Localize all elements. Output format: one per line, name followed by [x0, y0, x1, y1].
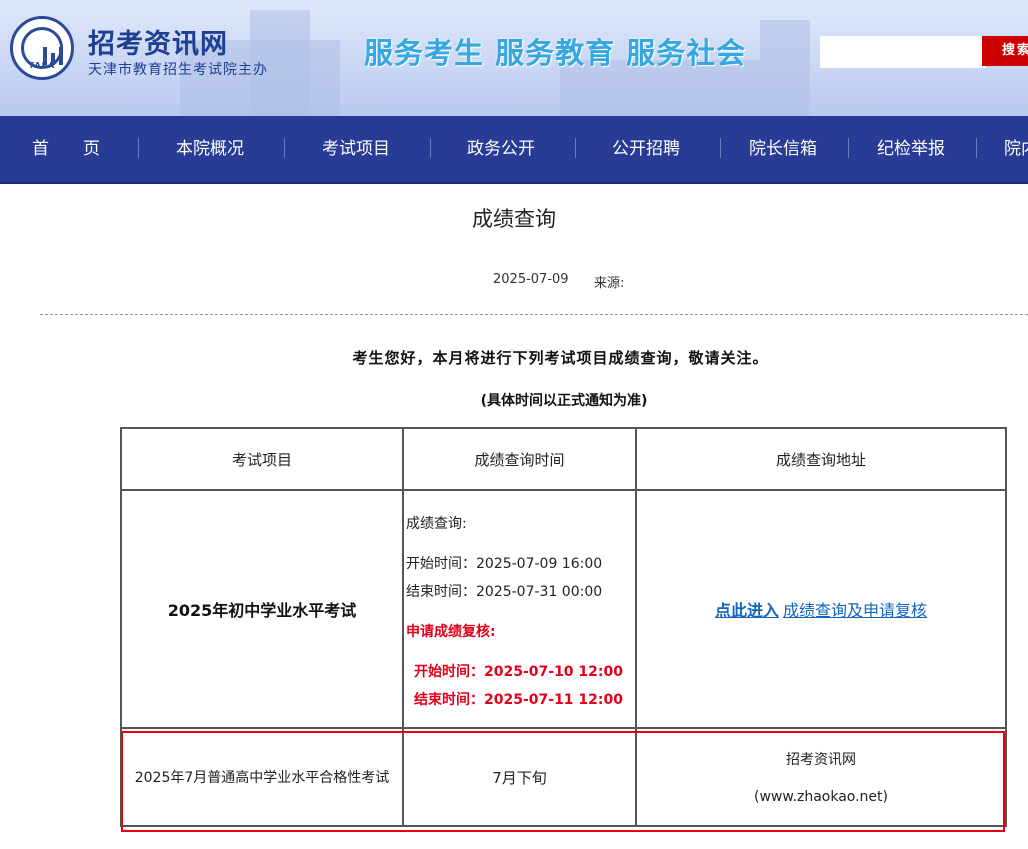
site-slogan: 服务考生 服务教育 服务社会	[364, 36, 747, 70]
query-label: 成绩查询:	[406, 516, 467, 532]
article-intro: 考生您好，本月将进行下列考试项目成绩查询，敬请关注。	[352, 349, 769, 367]
table-header-cell: 成绩查询地址	[635, 427, 1007, 491]
site-subtitle: 天津市教育招生考试院主办	[88, 62, 268, 78]
article-divider	[40, 314, 1028, 315]
nav-item-exams[interactable]: 考试项目	[322, 116, 390, 182]
query-address-cell: 点此进入 成绩查询及申请复核	[635, 489, 1007, 729]
table-row: 2025年7月普通高中学业水平合格性考试 7月下旬 招考资讯网 (www.zha…	[120, 727, 1007, 827]
results-table: 考试项目 成绩查询时间 成绩查询地址 2025年初中学业水平考试 成绩查询: 开…	[120, 427, 1007, 827]
nav-item-internal[interactable]: 院内	[1004, 116, 1028, 182]
table-row: 2025年初中学业水平考试 成绩查询: 开始时间：2025-07-09 16:0…	[120, 489, 1007, 729]
exam-name: 2025年7月普通高中学业水平合格性考试	[120, 727, 404, 827]
nav-item-home[interactable]: 首 页	[32, 116, 100, 182]
nav-item-affairs[interactable]: 政务公开	[467, 116, 535, 182]
review-end-time: 结束时间：2025-07-11 12:00	[414, 692, 623, 708]
search-input[interactable]	[820, 36, 986, 68]
query-time: 7月下旬	[402, 727, 637, 827]
exam-name-cell: 2025年初中学业水平考试	[120, 489, 404, 729]
nav-divider	[976, 138, 977, 158]
query-start-time: 开始时间：2025-07-09 16:00	[406, 556, 603, 572]
table-header-cell: 成绩查询时间	[402, 427, 637, 491]
article-title: 成绩查询	[472, 207, 556, 231]
query-time-cell: 成绩查询: 开始时间：2025-07-09 16:00 结束时间：2025-07…	[402, 489, 637, 729]
table-header-row: 考试项目 成绩查询时间 成绩查询地址	[120, 427, 1007, 491]
nav-item-about[interactable]: 本院概况	[176, 116, 244, 182]
search-button[interactable]: 搜索	[982, 36, 1028, 66]
nav-divider	[575, 138, 576, 158]
site-name-text: 招考资讯网	[786, 752, 856, 768]
nav-divider	[284, 138, 285, 158]
nav-divider	[720, 138, 721, 158]
exam-name: 2025年初中学业水平考试	[167, 601, 357, 620]
nav-item-report[interactable]: 纪检举报	[877, 116, 945, 182]
table-header-cell: 考试项目	[120, 427, 404, 491]
query-end-time: 结束时间：2025-07-31 00:00	[406, 584, 603, 600]
article-note: (具体时间以正式通知为准)	[480, 393, 648, 409]
enter-link[interactable]: 点此进入	[715, 601, 779, 620]
background-building	[760, 20, 810, 116]
nav-item-recruitment[interactable]: 公开招聘	[612, 116, 680, 182]
query-address-cell: 招考资讯网 (www.zhaokao.net)	[635, 727, 1007, 827]
site-name[interactable]: 招考资讯网	[88, 22, 228, 61]
site-header: TAEA 招考资讯网 天津市教育招生考试院主办 服务考生 服务教育 服务社会 搜…	[0, 0, 1028, 116]
nav-divider	[848, 138, 849, 158]
nav-item-mailbox[interactable]: 院长信箱	[749, 116, 817, 182]
query-review-link[interactable]: 成绩查询及申请复核	[783, 601, 927, 620]
nav-divider	[430, 138, 431, 158]
main-nav: 首 页 本院概况 考试项目 政务公开 公开招聘 院长信箱 纪检举报 院内	[0, 116, 1028, 184]
review-start-time: 开始时间：2025-07-10 12:00	[414, 664, 623, 680]
site-logo[interactable]: TAEA	[10, 16, 74, 80]
logo-text: TAEA	[28, 61, 56, 70]
site-url-text: (www.zhaokao.net)	[754, 789, 888, 805]
review-label: 申请成绩复核:	[406, 624, 496, 640]
article-date: 2025-07-09	[493, 272, 569, 287]
article-source: 来源:	[594, 276, 625, 291]
nav-divider	[138, 138, 139, 158]
